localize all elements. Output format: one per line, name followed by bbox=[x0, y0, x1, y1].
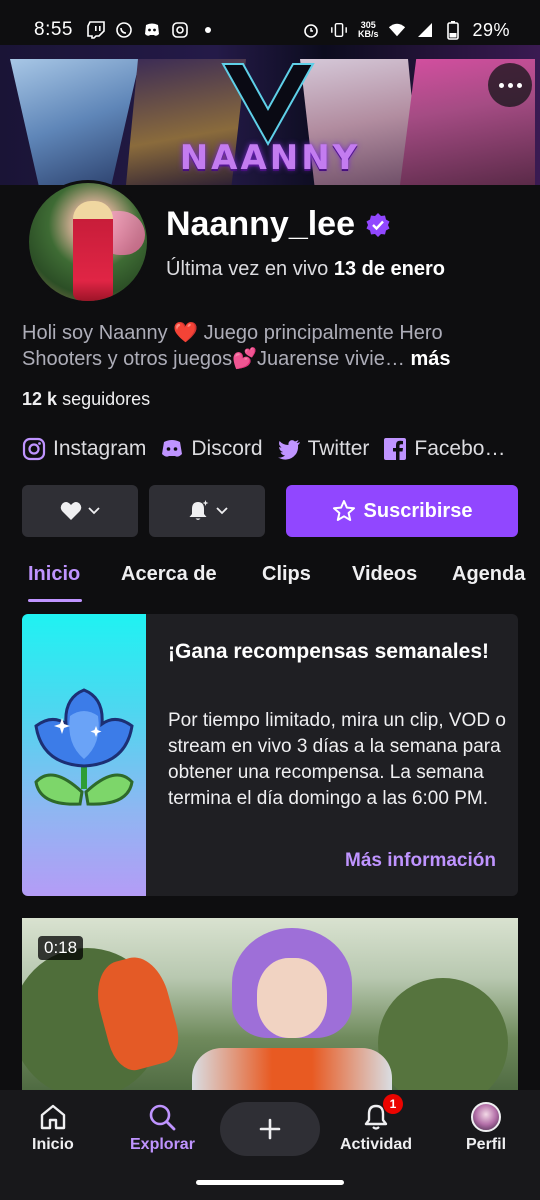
bell-sparkle-icon bbox=[189, 500, 209, 520]
network-speed: 305 KB/s bbox=[357, 20, 379, 39]
social-link-facebook[interactable]: Facebo… bbox=[383, 437, 505, 461]
create-button[interactable] bbox=[220, 1102, 320, 1156]
follow-button[interactable] bbox=[22, 485, 138, 537]
twitch-notification-icon bbox=[87, 21, 105, 39]
battery-icon bbox=[444, 21, 462, 40]
clip-thumbnail[interactable]: 0:18 bbox=[22, 918, 518, 1118]
clock: 8:55 bbox=[34, 19, 73, 40]
weekly-rewards-card: ¡Gana recompensas semanales! Por tiempo … bbox=[22, 614, 518, 896]
facebook-icon bbox=[384, 438, 407, 460]
profile-avatar-icon bbox=[471, 1102, 501, 1132]
nav-home-label: Inicio bbox=[32, 1136, 74, 1153]
nav-profile[interactable]: Perfil bbox=[466, 1102, 506, 1154]
home-icon bbox=[38, 1102, 68, 1132]
discord-icon bbox=[162, 440, 183, 457]
tab-inicio[interactable]: Inicio bbox=[28, 563, 80, 586]
channel-avatar[interactable] bbox=[26, 180, 150, 304]
active-tab-indicator bbox=[28, 599, 82, 602]
social-link-discord[interactable]: Discord bbox=[160, 437, 263, 461]
subscribe-button[interactable]: Suscribirse bbox=[286, 485, 518, 537]
reward-art bbox=[22, 614, 146, 896]
social-link-twitter[interactable]: Twitter bbox=[277, 437, 369, 461]
discord-notification-icon bbox=[143, 21, 161, 39]
tab-agenda[interactable]: Agenda bbox=[452, 563, 525, 586]
nav-profile-label: Perfil bbox=[466, 1136, 507, 1153]
banner-v-logo bbox=[221, 63, 315, 147]
twitter-icon bbox=[277, 440, 300, 460]
nav-explore-label: Explorar bbox=[130, 1136, 195, 1153]
bio-text: Holi soy Naanny ❤️ Juego principalmente … bbox=[22, 322, 443, 370]
bio-more-link[interactable]: más bbox=[410, 348, 450, 370]
home-indicator bbox=[196, 1180, 344, 1185]
tab-videos[interactable]: Videos bbox=[352, 563, 417, 586]
battery-percent: 29% bbox=[472, 19, 510, 40]
instagram-notification-icon bbox=[171, 21, 189, 39]
channel-bio[interactable]: Holi soy Naanny ❤️ Juego principalmente … bbox=[22, 320, 522, 372]
reward-description: Por tiempo limitado, mira un clip, VOD o… bbox=[168, 710, 506, 809]
tab-clips[interactable]: Clips bbox=[262, 563, 311, 586]
channel-tabs: Inicio Acerca de Clips Videos Agenda bbox=[0, 557, 540, 605]
subscribe-label: Suscribirse bbox=[363, 499, 473, 522]
activity-badge: 1 bbox=[383, 1094, 403, 1114]
bell-icon: 1 bbox=[361, 1094, 403, 1132]
reward-title: ¡Gana recompensas semanales! bbox=[168, 640, 489, 663]
clip-duration: 0:18 bbox=[38, 936, 84, 960]
chevron-down-icon bbox=[88, 507, 100, 515]
nav-explore[interactable]: Explorar bbox=[130, 1102, 195, 1154]
nav-activity[interactable]: 1 Actividad bbox=[340, 1094, 413, 1154]
heart-icon bbox=[60, 502, 82, 520]
flower-icon bbox=[34, 688, 134, 806]
channel-name-text: Naanny_lee bbox=[166, 205, 355, 243]
channel-name: Naanny_lee bbox=[166, 205, 391, 244]
star-icon bbox=[332, 500, 355, 521]
nav-activity-label: Actividad bbox=[340, 1136, 413, 1153]
signal-icon bbox=[416, 21, 434, 39]
social-links: Instagram Discord Twitter Facebo… bbox=[22, 433, 540, 465]
followers-count: 12 k seguidores bbox=[22, 389, 151, 409]
banner-title: NAANNY bbox=[179, 138, 361, 178]
more-notifications-dot-icon bbox=[199, 21, 217, 39]
more-info-link[interactable]: Más información bbox=[345, 850, 496, 872]
vibrate-icon bbox=[330, 21, 348, 39]
whatsapp-notification-icon bbox=[115, 21, 133, 39]
wifi-icon bbox=[388, 21, 406, 39]
alarm-icon bbox=[302, 21, 320, 39]
instagram-icon bbox=[22, 437, 46, 461]
more-options-button[interactable] bbox=[488, 63, 532, 107]
verified-badge-icon bbox=[366, 212, 390, 237]
notifications-button[interactable] bbox=[149, 485, 265, 537]
chevron-down-icon bbox=[216, 507, 228, 515]
tab-acerca-de[interactable]: Acerca de bbox=[121, 563, 217, 586]
nav-home[interactable]: Inicio bbox=[32, 1102, 74, 1154]
last-live-info: Última vez en vivo 13 de enero bbox=[166, 258, 446, 280]
social-link-instagram[interactable]: Instagram bbox=[22, 437, 146, 461]
search-icon bbox=[147, 1102, 177, 1132]
plus-icon bbox=[259, 1118, 281, 1140]
